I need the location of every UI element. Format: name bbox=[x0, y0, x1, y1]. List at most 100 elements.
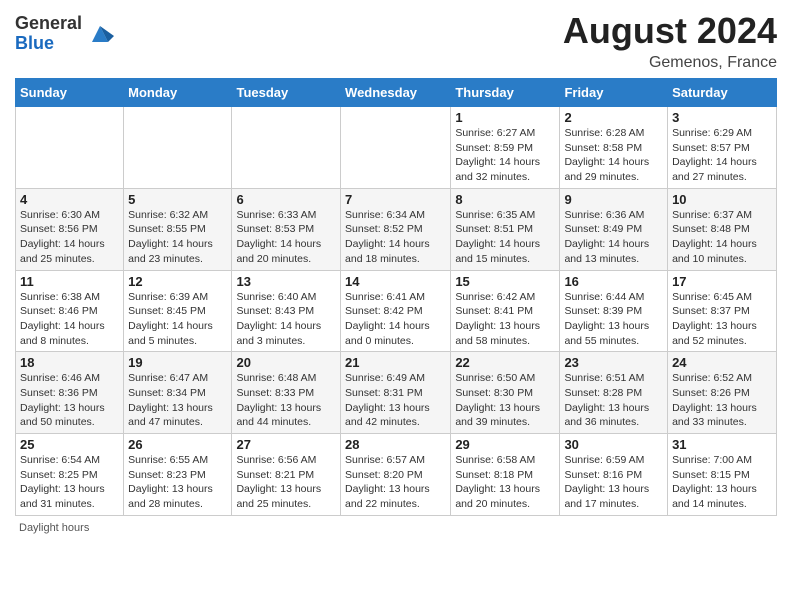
calendar-day-cell: 23Sunrise: 6:51 AM Sunset: 8:28 PM Dayli… bbox=[560, 352, 668, 434]
day-number: 7 bbox=[345, 192, 446, 207]
calendar-day-cell: 11Sunrise: 6:38 AM Sunset: 8:46 PM Dayli… bbox=[16, 270, 124, 352]
day-number: 2 bbox=[564, 110, 663, 125]
calendar-day-cell: 31Sunrise: 7:00 AM Sunset: 8:15 PM Dayli… bbox=[668, 434, 777, 516]
day-info: Sunrise: 6:29 AM Sunset: 8:57 PM Dayligh… bbox=[672, 126, 772, 185]
calendar-week-row: 11Sunrise: 6:38 AM Sunset: 8:46 PM Dayli… bbox=[16, 270, 777, 352]
calendar-day-cell: 2Sunrise: 6:28 AM Sunset: 8:58 PM Daylig… bbox=[560, 107, 668, 189]
calendar-table: SundayMondayTuesdayWednesdayThursdayFrid… bbox=[15, 78, 777, 516]
day-info: Sunrise: 6:55 AM Sunset: 8:23 PM Dayligh… bbox=[128, 453, 227, 512]
calendar-day-cell: 27Sunrise: 6:56 AM Sunset: 8:21 PM Dayli… bbox=[232, 434, 341, 516]
day-number: 22 bbox=[455, 355, 555, 370]
logo-blue-text: Blue bbox=[15, 34, 82, 54]
calendar-day-cell bbox=[16, 107, 124, 189]
page-header: General Blue August 2024 Gemenos, France bbox=[15, 10, 777, 72]
calendar-day-cell: 30Sunrise: 6:59 AM Sunset: 8:16 PM Dayli… bbox=[560, 434, 668, 516]
day-number: 10 bbox=[672, 192, 772, 207]
calendar-day-cell: 28Sunrise: 6:57 AM Sunset: 8:20 PM Dayli… bbox=[341, 434, 451, 516]
calendar-day-cell: 18Sunrise: 6:46 AM Sunset: 8:36 PM Dayli… bbox=[16, 352, 124, 434]
day-number: 19 bbox=[128, 355, 227, 370]
calendar-day-cell: 3Sunrise: 6:29 AM Sunset: 8:57 PM Daylig… bbox=[668, 107, 777, 189]
day-info: Sunrise: 7:00 AM Sunset: 8:15 PM Dayligh… bbox=[672, 453, 772, 512]
day-number: 4 bbox=[20, 192, 119, 207]
day-info: Sunrise: 6:58 AM Sunset: 8:18 PM Dayligh… bbox=[455, 453, 555, 512]
day-number: 3 bbox=[672, 110, 772, 125]
calendar-day-cell: 25Sunrise: 6:54 AM Sunset: 8:25 PM Dayli… bbox=[16, 434, 124, 516]
day-number: 28 bbox=[345, 437, 446, 452]
day-info: Sunrise: 6:56 AM Sunset: 8:21 PM Dayligh… bbox=[236, 453, 336, 512]
logo: General Blue bbox=[15, 14, 114, 54]
day-info: Sunrise: 6:42 AM Sunset: 8:41 PM Dayligh… bbox=[455, 290, 555, 349]
calendar-day-cell: 16Sunrise: 6:44 AM Sunset: 8:39 PM Dayli… bbox=[560, 270, 668, 352]
day-info: Sunrise: 6:44 AM Sunset: 8:39 PM Dayligh… bbox=[564, 290, 663, 349]
day-number: 23 bbox=[564, 355, 663, 370]
day-number: 6 bbox=[236, 192, 336, 207]
day-info: Sunrise: 6:35 AM Sunset: 8:51 PM Dayligh… bbox=[455, 208, 555, 267]
calendar-day-cell: 13Sunrise: 6:40 AM Sunset: 8:43 PM Dayli… bbox=[232, 270, 341, 352]
calendar-footer: Daylight hours bbox=[15, 522, 777, 534]
day-of-week-header: Tuesday bbox=[232, 79, 341, 107]
day-of-week-header: Sunday bbox=[16, 79, 124, 107]
day-info: Sunrise: 6:47 AM Sunset: 8:34 PM Dayligh… bbox=[128, 371, 227, 430]
day-info: Sunrise: 6:30 AM Sunset: 8:56 PM Dayligh… bbox=[20, 208, 119, 267]
day-number: 30 bbox=[564, 437, 663, 452]
day-info: Sunrise: 6:46 AM Sunset: 8:36 PM Dayligh… bbox=[20, 371, 119, 430]
calendar-location: Gemenos, France bbox=[563, 54, 777, 72]
day-number: 18 bbox=[20, 355, 119, 370]
calendar-day-cell: 29Sunrise: 6:58 AM Sunset: 8:18 PM Dayli… bbox=[451, 434, 560, 516]
calendar-week-row: 4Sunrise: 6:30 AM Sunset: 8:56 PM Daylig… bbox=[16, 188, 777, 270]
day-info: Sunrise: 6:37 AM Sunset: 8:48 PM Dayligh… bbox=[672, 208, 772, 267]
day-info: Sunrise: 6:34 AM Sunset: 8:52 PM Dayligh… bbox=[345, 208, 446, 267]
day-info: Sunrise: 6:45 AM Sunset: 8:37 PM Dayligh… bbox=[672, 290, 772, 349]
day-info: Sunrise: 6:39 AM Sunset: 8:45 PM Dayligh… bbox=[128, 290, 227, 349]
calendar-day-cell: 14Sunrise: 6:41 AM Sunset: 8:42 PM Dayli… bbox=[341, 270, 451, 352]
day-number: 9 bbox=[564, 192, 663, 207]
day-info: Sunrise: 6:36 AM Sunset: 8:49 PM Dayligh… bbox=[564, 208, 663, 267]
calendar-day-cell: 7Sunrise: 6:34 AM Sunset: 8:52 PM Daylig… bbox=[341, 188, 451, 270]
day-of-week-header: Monday bbox=[124, 79, 232, 107]
day-number: 29 bbox=[455, 437, 555, 452]
day-number: 25 bbox=[20, 437, 119, 452]
calendar-day-cell: 24Sunrise: 6:52 AM Sunset: 8:26 PM Dayli… bbox=[668, 352, 777, 434]
day-number: 1 bbox=[455, 110, 555, 125]
calendar-week-row: 25Sunrise: 6:54 AM Sunset: 8:25 PM Dayli… bbox=[16, 434, 777, 516]
day-info: Sunrise: 6:54 AM Sunset: 8:25 PM Dayligh… bbox=[20, 453, 119, 512]
calendar-week-row: 18Sunrise: 6:46 AM Sunset: 8:36 PM Dayli… bbox=[16, 352, 777, 434]
day-of-week-header: Thursday bbox=[451, 79, 560, 107]
calendar-day-cell: 5Sunrise: 6:32 AM Sunset: 8:55 PM Daylig… bbox=[124, 188, 232, 270]
calendar-title: August 2024 bbox=[563, 10, 777, 52]
day-of-week-header: Friday bbox=[560, 79, 668, 107]
calendar-day-cell: 22Sunrise: 6:50 AM Sunset: 8:30 PM Dayli… bbox=[451, 352, 560, 434]
day-number: 15 bbox=[455, 274, 555, 289]
calendar-day-cell bbox=[124, 107, 232, 189]
calendar-week-row: 1Sunrise: 6:27 AM Sunset: 8:59 PM Daylig… bbox=[16, 107, 777, 189]
day-info: Sunrise: 6:41 AM Sunset: 8:42 PM Dayligh… bbox=[345, 290, 446, 349]
day-number: 17 bbox=[672, 274, 772, 289]
day-number: 20 bbox=[236, 355, 336, 370]
day-number: 16 bbox=[564, 274, 663, 289]
day-number: 24 bbox=[672, 355, 772, 370]
title-block: August 2024 Gemenos, France bbox=[563, 10, 777, 72]
calendar-header-row: SundayMondayTuesdayWednesdayThursdayFrid… bbox=[16, 79, 777, 107]
day-of-week-header: Saturday bbox=[668, 79, 777, 107]
calendar-day-cell: 20Sunrise: 6:48 AM Sunset: 8:33 PM Dayli… bbox=[232, 352, 341, 434]
logo-general-text: General bbox=[15, 14, 82, 34]
calendar-day-cell: 15Sunrise: 6:42 AM Sunset: 8:41 PM Dayli… bbox=[451, 270, 560, 352]
day-info: Sunrise: 6:51 AM Sunset: 8:28 PM Dayligh… bbox=[564, 371, 663, 430]
day-info: Sunrise: 6:33 AM Sunset: 8:53 PM Dayligh… bbox=[236, 208, 336, 267]
day-info: Sunrise: 6:49 AM Sunset: 8:31 PM Dayligh… bbox=[345, 371, 446, 430]
day-of-week-header: Wednesday bbox=[341, 79, 451, 107]
day-number: 27 bbox=[236, 437, 336, 452]
day-number: 26 bbox=[128, 437, 227, 452]
day-info: Sunrise: 6:48 AM Sunset: 8:33 PM Dayligh… bbox=[236, 371, 336, 430]
day-number: 13 bbox=[236, 274, 336, 289]
day-number: 14 bbox=[345, 274, 446, 289]
day-number: 31 bbox=[672, 437, 772, 452]
calendar-day-cell: 17Sunrise: 6:45 AM Sunset: 8:37 PM Dayli… bbox=[668, 270, 777, 352]
day-number: 11 bbox=[20, 274, 119, 289]
calendar-day-cell: 9Sunrise: 6:36 AM Sunset: 8:49 PM Daylig… bbox=[560, 188, 668, 270]
calendar-day-cell: 8Sunrise: 6:35 AM Sunset: 8:51 PM Daylig… bbox=[451, 188, 560, 270]
day-info: Sunrise: 6:27 AM Sunset: 8:59 PM Dayligh… bbox=[455, 126, 555, 185]
day-info: Sunrise: 6:38 AM Sunset: 8:46 PM Dayligh… bbox=[20, 290, 119, 349]
calendar-day-cell: 12Sunrise: 6:39 AM Sunset: 8:45 PM Dayli… bbox=[124, 270, 232, 352]
logo-icon bbox=[86, 20, 114, 48]
